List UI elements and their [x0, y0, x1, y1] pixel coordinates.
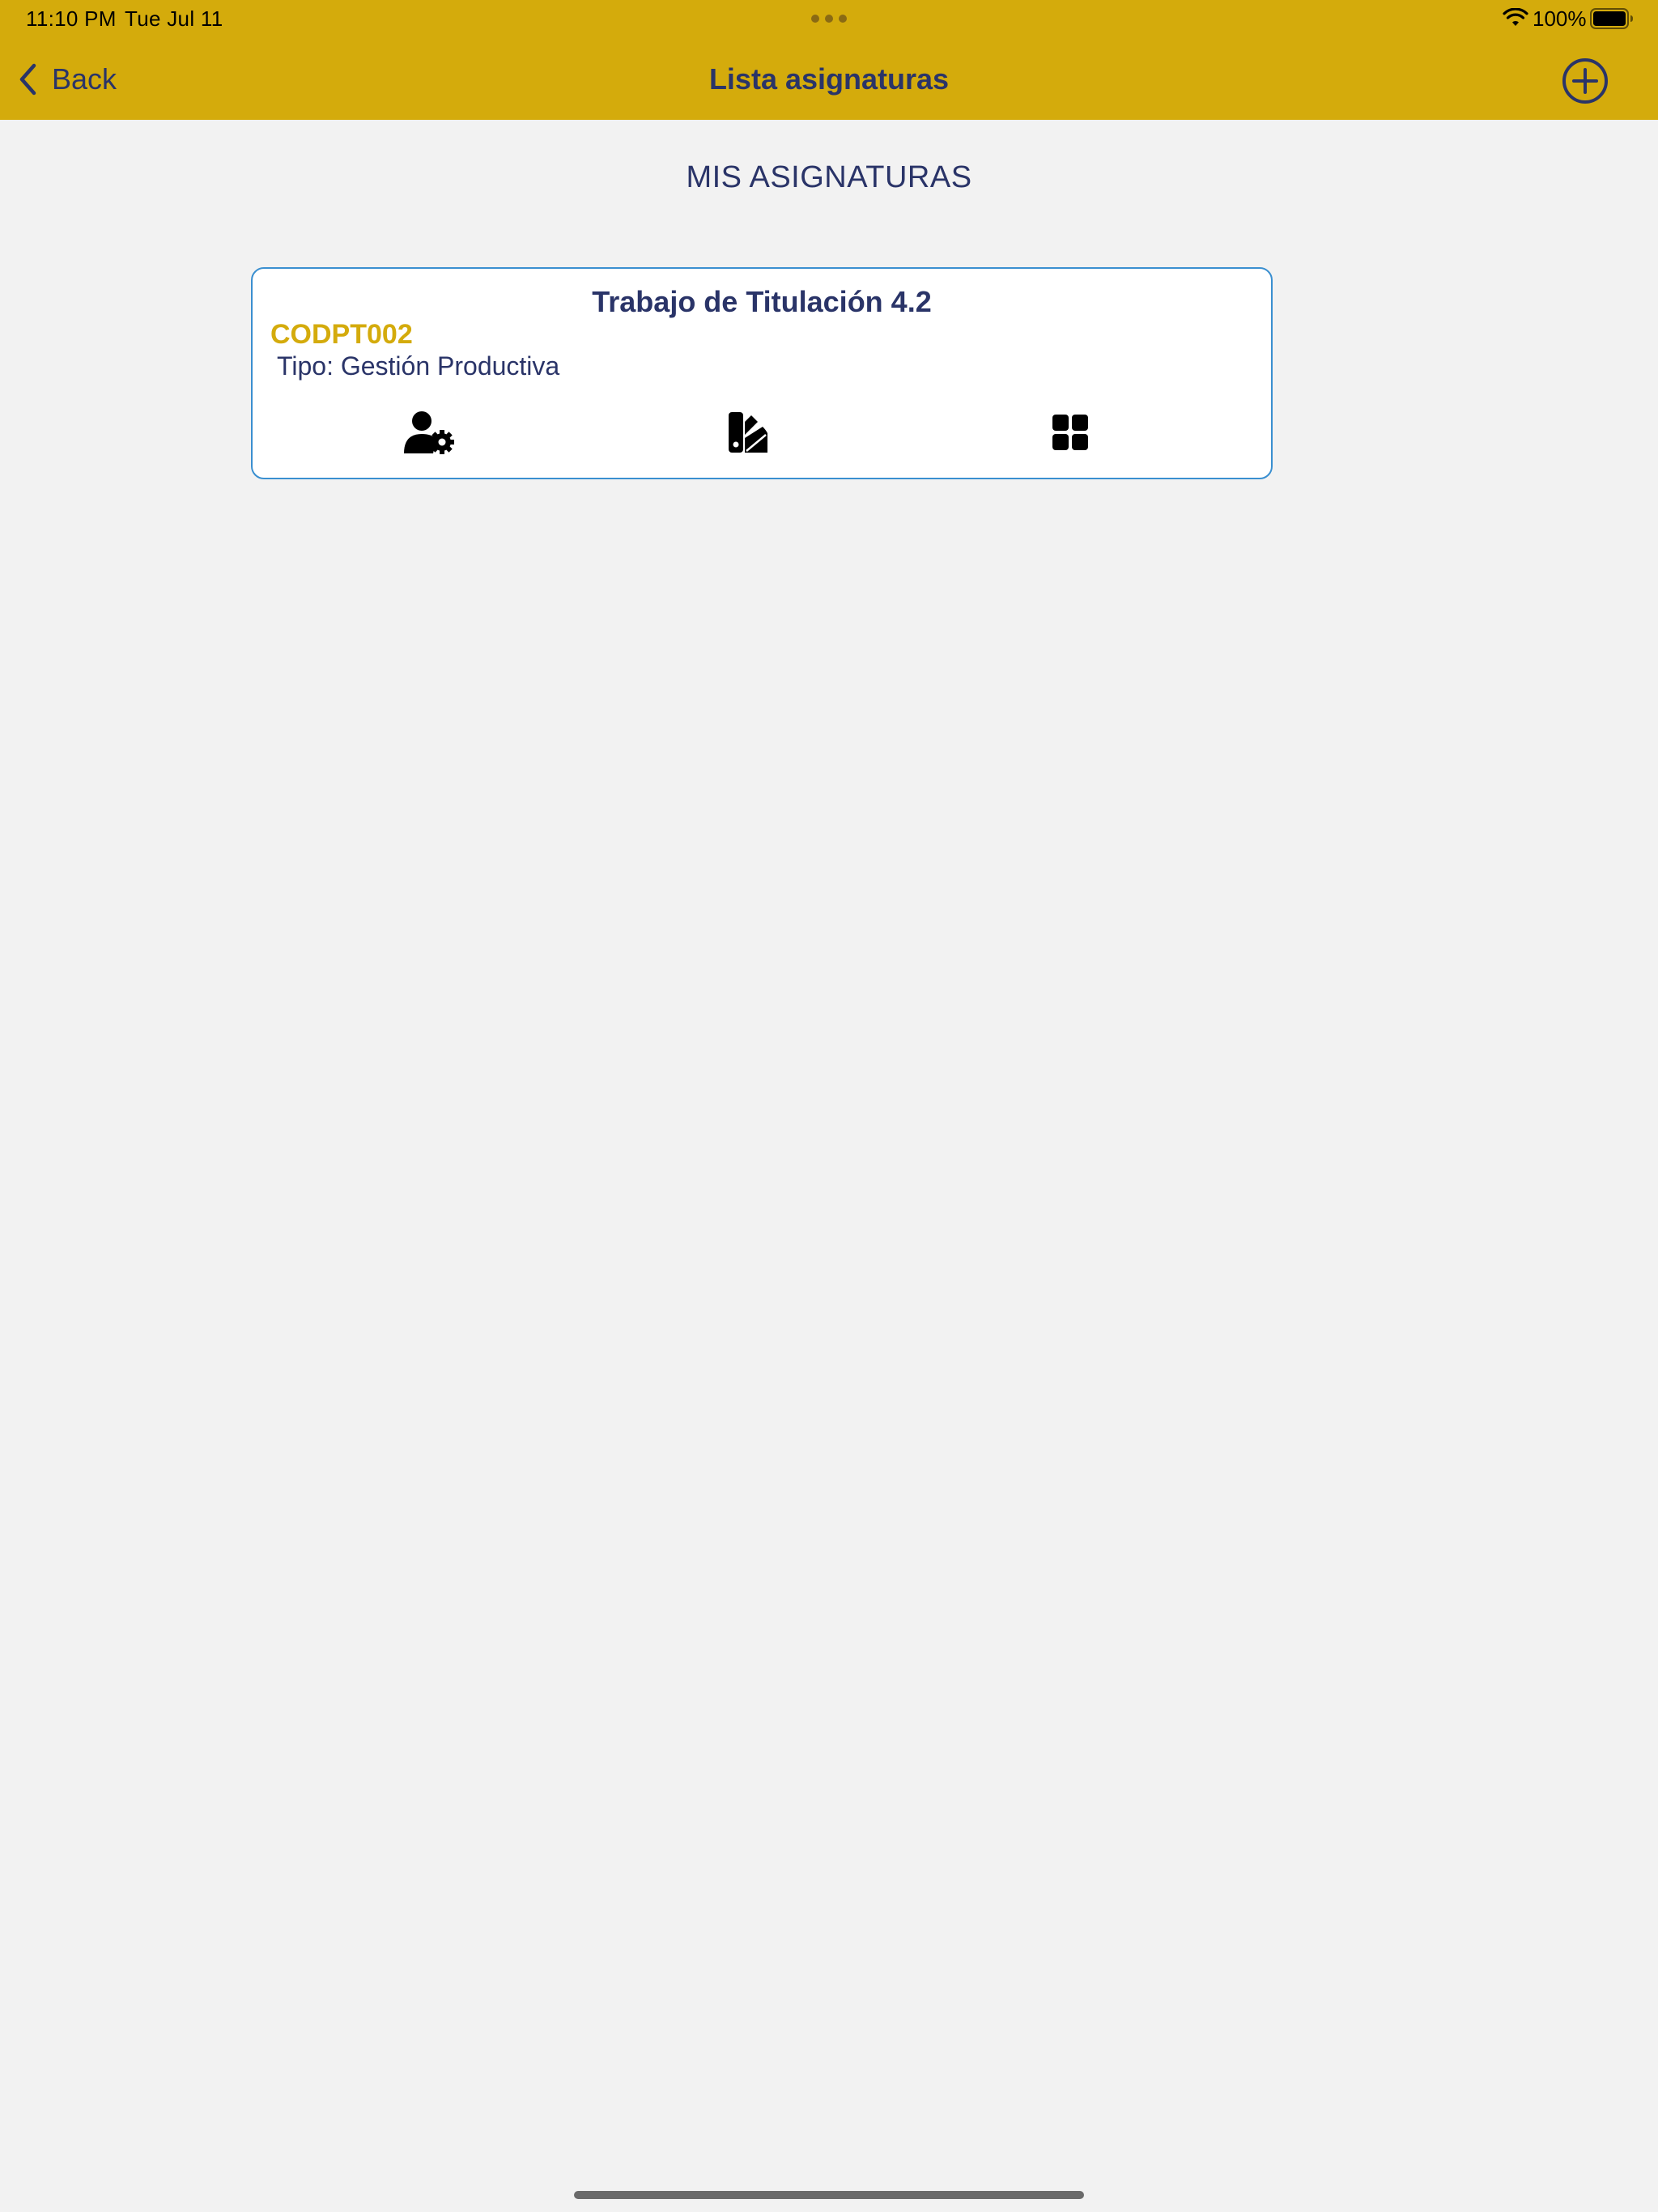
swatchbook-button[interactable]: [720, 406, 778, 458]
section-title: MIS ASIGNATURAS: [686, 160, 972, 194]
dashboard-button[interactable]: [1041, 406, 1099, 458]
status-date: Tue Jul 11: [125, 6, 223, 31]
chevron-left-icon: [19, 63, 36, 96]
status-time: 11:10 PM: [26, 6, 117, 31]
back-label: Back: [52, 62, 117, 96]
user-gear-icon: [404, 411, 454, 454]
multitasking-dots-icon[interactable]: [811, 15, 847, 23]
course-name: Trabajo de Titulación 4.2: [592, 285, 932, 318]
course-type: Tipo: Gestión Productiva: [277, 351, 560, 381]
swatchbook-icon: [729, 412, 767, 453]
grid-icon: [1052, 415, 1088, 450]
home-indicator[interactable]: [574, 2191, 1084, 2199]
wifi-icon: [1503, 8, 1528, 26]
back-button[interactable]: Back: [18, 58, 117, 100]
app-header: 11:10 PM Tue Jul 11 100% Back Lista asig…: [0, 0, 1658, 120]
course-card[interactable]: Trabajo de Titulación 4.2 CODPT002 Tipo:…: [251, 267, 1273, 479]
page-title: Lista asignaturas: [708, 62, 950, 96]
course-code: CODPT002: [270, 319, 413, 350]
battery-percent: 100%: [1533, 6, 1587, 31]
battery-icon: [1590, 8, 1633, 29]
plus-circle-icon[interactable]: [1561, 57, 1609, 105]
manage-users-button[interactable]: [400, 406, 458, 458]
